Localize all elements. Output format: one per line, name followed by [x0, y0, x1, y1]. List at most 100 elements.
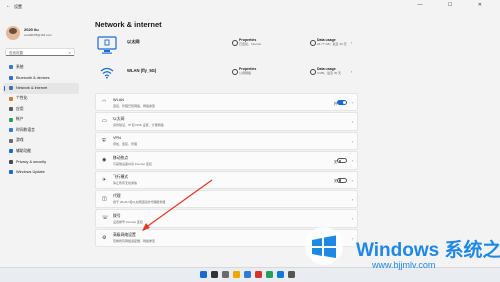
windows-logo-icon: [305, 227, 343, 265]
hotspot-icon: ◉: [102, 157, 107, 164]
nav-icon: [9, 170, 13, 175]
taskbar-app-icon[interactable]: [233, 271, 240, 278]
ethernet-name: 以太网: [127, 39, 140, 44]
row-label: 拨号: [113, 213, 121, 218]
chevron-right-icon: ›: [351, 196, 353, 202]
settings-row[interactable]: ⛨ VPN 添加，连接，管理 ›: [95, 131, 358, 151]
chevron-right-icon: ›: [351, 158, 353, 164]
wlan-properties[interactable]: Properties 公用网络: [239, 67, 256, 75]
taskbar-app-icon[interactable]: [211, 271, 218, 278]
dialup-icon: ☏: [102, 215, 109, 222]
row-description: 添加，连接，管理: [113, 142, 138, 147]
sidebar-item[interactable]: 个性化: [3, 94, 79, 105]
sidebar-item-label: 辅助功能: [16, 148, 32, 153]
chevron-right-icon: ›: [351, 40, 353, 45]
watermark-brand: Windows 系统之家: [356, 240, 500, 261]
row-label: 飞行模式: [113, 175, 129, 180]
taskbar-app-icon[interactable]: [288, 271, 295, 278]
nav-icon: [9, 149, 13, 154]
sidebar-item[interactable]: 游戏: [3, 136, 79, 147]
row-description: 停止所有无线通信: [113, 181, 138, 186]
sidebar-item[interactable]: 辅助功能: [3, 146, 79, 157]
sidebar-item[interactable]: 帐户: [3, 115, 79, 126]
nav-icon: [9, 75, 13, 80]
row-label: 移动热点: [113, 155, 129, 160]
row-description: 身份验证，IP 和 DNS 设置，计量网络: [113, 122, 164, 127]
ethernet-status-card[interactable]: 以太网 Properties 已连接，Internet Data usage 2…: [95, 35, 358, 57]
watermark: Windows 系统之家 www.bjjmlv.com: [300, 218, 500, 278]
wifi-icon: [100, 67, 114, 79]
avatar[interactable]: [6, 26, 20, 40]
sidebar-item-label: Bluetooth & devices: [16, 75, 50, 80]
row-label: WLAN: [113, 97, 124, 102]
ethernet-data-usage[interactable]: Data usage 24.77 GB，最近 30 天: [317, 38, 347, 46]
watermark-url: www.bjjmlv.com: [372, 260, 436, 270]
taskbar-app-icon[interactable]: [255, 271, 262, 278]
taskbar-app-icon[interactable]: [222, 271, 229, 278]
search-input[interactable]: 查找设置 ⌕: [5, 48, 75, 56]
info-icon: [232, 40, 238, 46]
toggle-switch[interactable]: [337, 100, 347, 105]
wlan-name: WLAN (fly_5G): [127, 68, 157, 73]
window-controls[interactable]: — ☐ ✕: [418, 2, 494, 8]
toggle-switch[interactable]: [337, 177, 347, 183]
sidebar-item[interactable]: Bluetooth & devices: [3, 73, 79, 84]
settings-row[interactable]: ▭ 以太网 身份验证，IP 和 DNS 设置，计量网络 ›: [95, 112, 358, 131]
data-usage-icon: [310, 69, 316, 75]
sidebar-item[interactable]: Privacy & security: [3, 157, 79, 168]
app-title: 设置: [14, 3, 22, 9]
info-icon: [232, 69, 238, 75]
taskbar-app-icon[interactable]: [277, 271, 284, 278]
user-name: 2020 liu: [24, 27, 39, 32]
sidebar-item[interactable]: Windows Update: [3, 167, 79, 178]
toggle-switch[interactable]: [337, 158, 347, 164]
sidebar-item-label: Windows Update: [16, 170, 45, 175]
row-label: 代理: [113, 194, 121, 199]
nav-icon: [9, 86, 13, 91]
taskbar-app-icon[interactable]: [266, 271, 273, 278]
row-description: 与其他设备共享 Internet 连接: [113, 161, 152, 166]
nav-icon: [9, 96, 13, 101]
sidebar-item[interactable]: Network & internet: [3, 83, 79, 94]
sidebar: 2020 liu cedd4678@163.com 查找设置 ⌕ 系统 Bluet…: [0, 12, 86, 267]
sidebar-item[interactable]: 系统: [3, 62, 79, 73]
chevron-right-icon: ›: [351, 177, 353, 183]
title-bar: ← 设置 — ☐ ✕: [0, 0, 500, 12]
row-description: 查看所有网络适配器，网络重置: [113, 239, 156, 244]
wifi-icon: ◠: [102, 99, 107, 105]
sidebar-item-label: Network & internet: [16, 86, 48, 91]
proxy-icon: ◫: [102, 195, 107, 202]
user-email: cedd4678@163.com: [24, 33, 52, 37]
page-title: Network & internet: [95, 20, 162, 29]
row-description: 设置拨号 Internet 连接: [113, 219, 143, 224]
settings-row[interactable]: ✈ 飞行模式 停止所有无线通信关 ›: [95, 170, 358, 189]
chevron-right-icon: ›: [351, 119, 353, 125]
sidebar-item-label: 应用: [16, 106, 24, 111]
row-description: 用于 WLAN 和以太网连接的代理服务器: [113, 200, 166, 205]
back-arrow-icon[interactable]: ←: [6, 3, 11, 9]
ethernet-icon: ▭: [102, 118, 107, 125]
sidebar-item-label: 游戏: [16, 138, 24, 143]
taskbar-app-icon[interactable]: [244, 271, 251, 278]
nav-icon: [9, 159, 13, 164]
settings-row[interactable]: ◫ 代理 用于 WLAN 和以太网连接的代理服务器 ›: [95, 189, 358, 209]
search-placeholder: 查找设置: [9, 50, 23, 55]
advanced-network-icon: ⚙: [102, 234, 107, 241]
row-label: 以太网: [113, 116, 125, 121]
row-label: VPN: [113, 136, 121, 141]
sidebar-nav: 系统 Bluetooth & devices Network & internet 个…: [3, 62, 79, 178]
taskbar-app-icon[interactable]: [200, 271, 207, 278]
settings-row[interactable]: ◉ 移动热点 与其他设备共享 Internet 连接关 ›: [95, 151, 358, 170]
row-label: 高级网络设置: [113, 233, 136, 238]
data-usage-icon: [310, 40, 316, 46]
wlan-status-card[interactable]: WLAN (fly_5G) Properties 公用网络 Data usage…: [95, 64, 358, 86]
sidebar-item[interactable]: 应用: [3, 104, 79, 115]
ethernet-properties[interactable]: Properties 已连接，Internet: [239, 38, 261, 46]
wlan-data-usage[interactable]: Data usage 0 MB，最近 30 天: [317, 67, 341, 75]
settings-row[interactable]: ◠ WLAN 连接，管理已知网络，网络类型开 ›: [95, 93, 358, 112]
sidebar-item-label: Privacy & security: [16, 159, 47, 164]
taskbar-icons: [200, 271, 295, 278]
airplane-icon: ✈: [102, 176, 107, 183]
sidebar-item[interactable]: 时间和语言: [3, 125, 79, 136]
nav-icon: [9, 128, 13, 133]
